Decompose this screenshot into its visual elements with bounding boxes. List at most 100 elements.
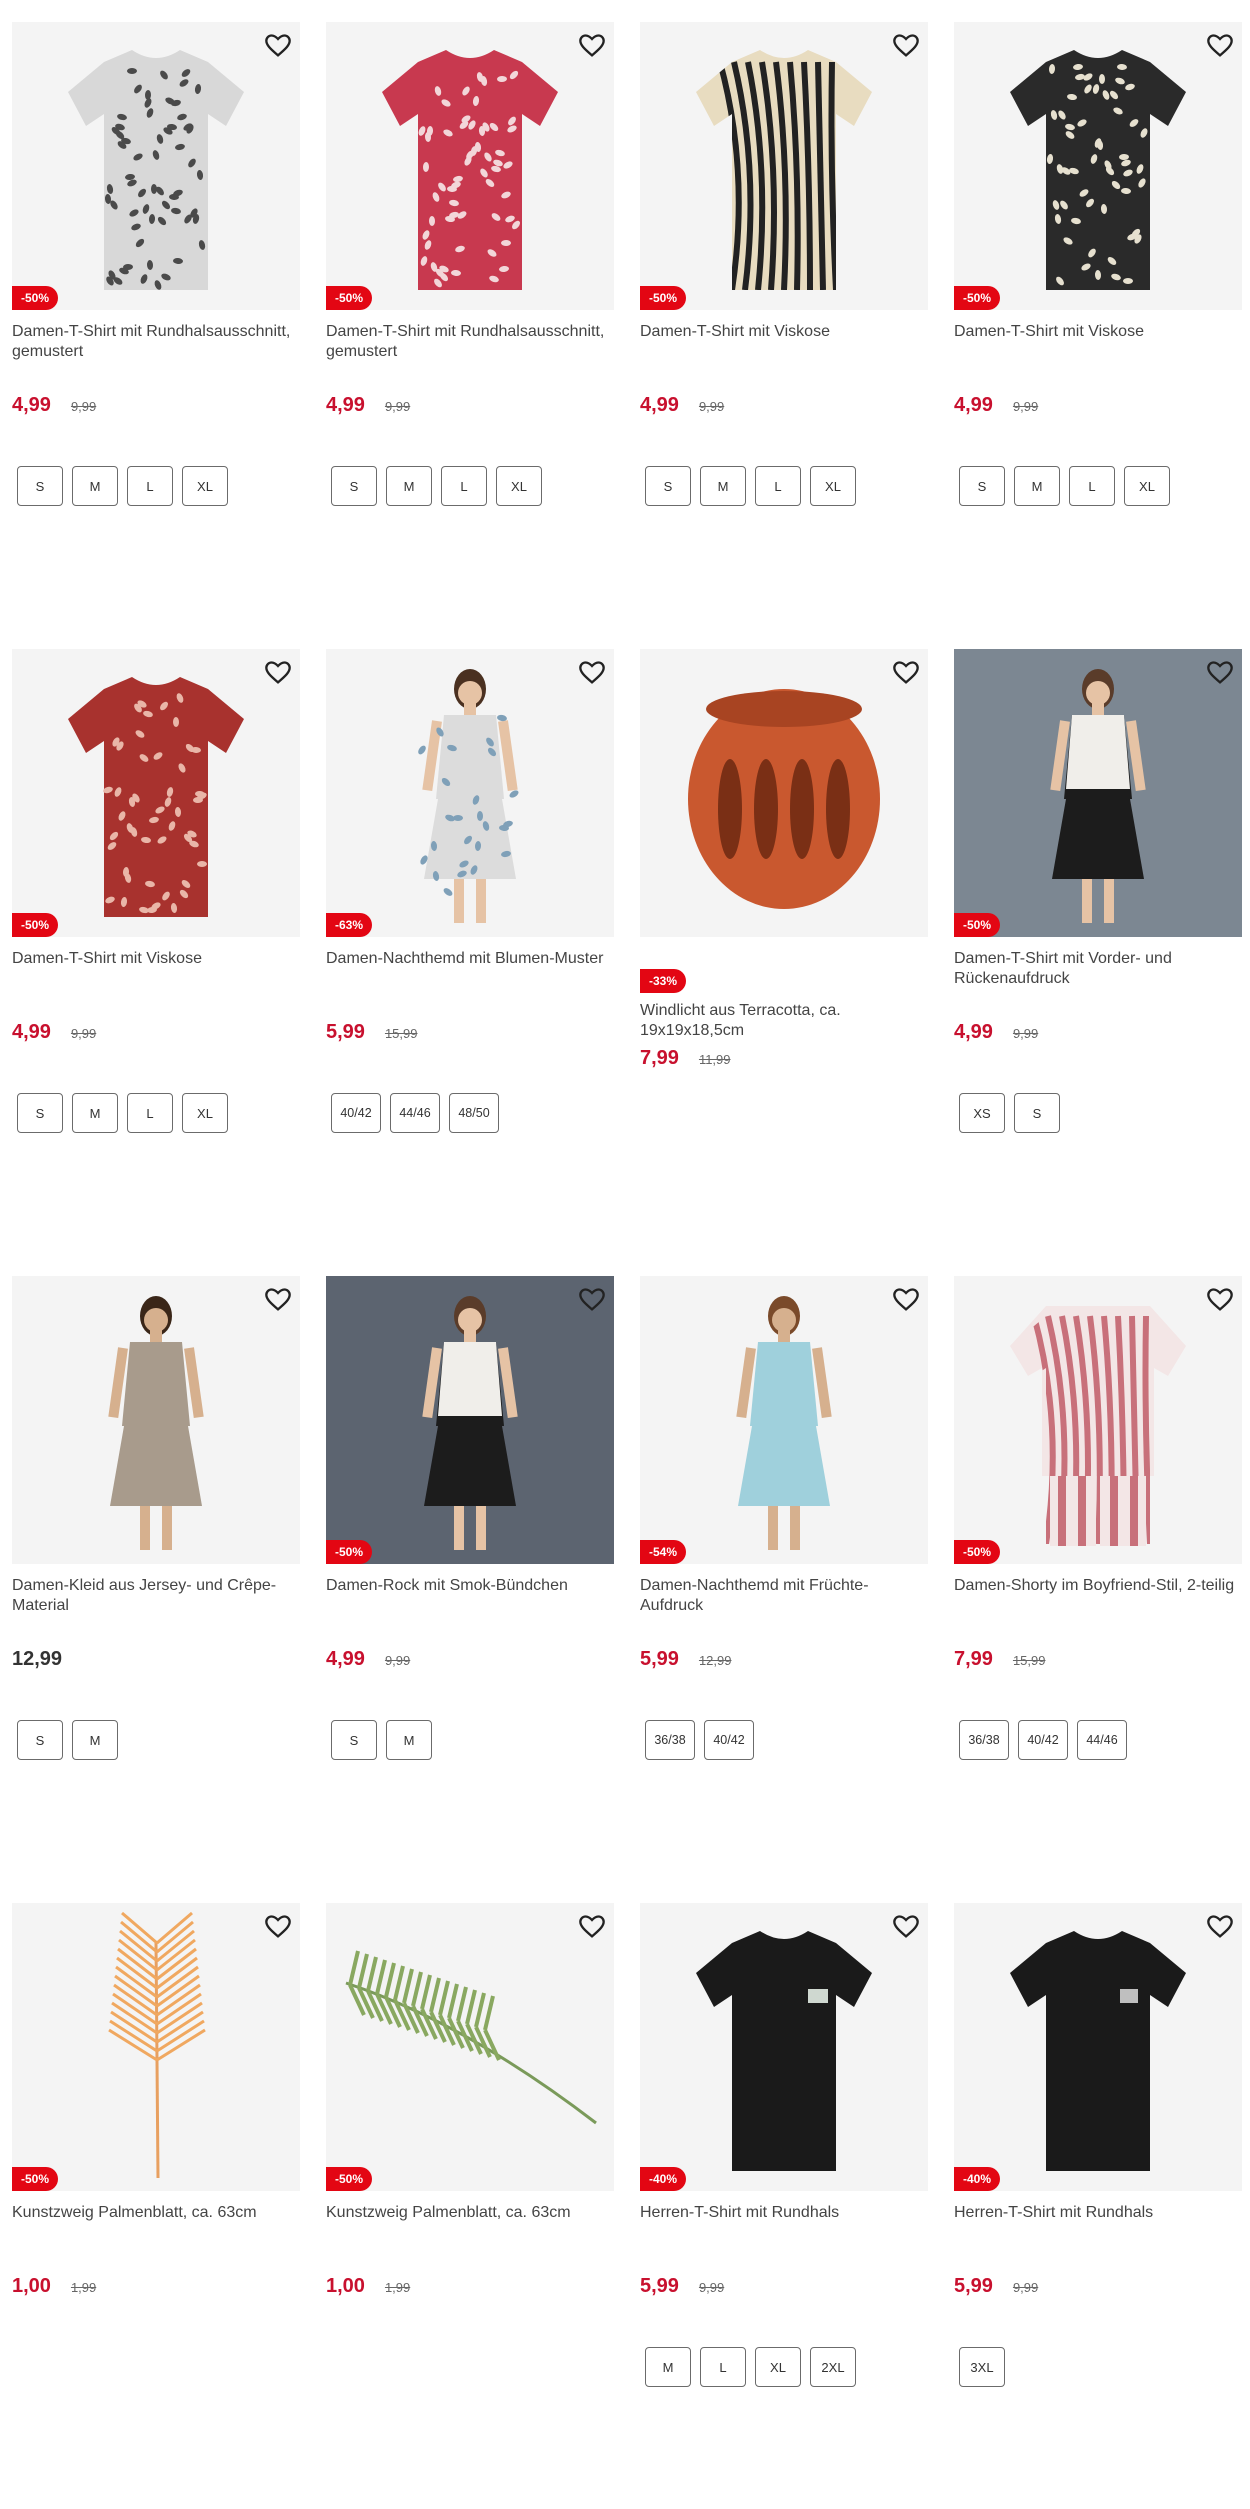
size-option[interactable]: S (1014, 1093, 1060, 1133)
size-option[interactable]: L (441, 466, 487, 506)
product-title[interactable]: Damen-Nachthemd mit Blumen-Muster (326, 949, 614, 989)
product-card[interactable]: -50% Damen-T-Shirt mit Vorder- und Rücke… (954, 649, 1242, 1249)
heart-icon[interactable] (892, 659, 920, 687)
size-option[interactable]: S (645, 466, 691, 506)
heart-icon[interactable] (578, 1286, 606, 1314)
product-image[interactable]: -50% (954, 22, 1242, 310)
size-option[interactable]: L (1069, 466, 1115, 506)
size-option[interactable]: M (72, 1720, 118, 1760)
product-image[interactable]: -50% (326, 1903, 614, 2191)
size-option[interactable]: L (755, 466, 801, 506)
product-card[interactable]: -54% Damen-Nachthemd mit Früchte-Aufdruc… (640, 1276, 928, 1876)
product-title[interactable]: Damen-T-Shirt mit Viskose (640, 322, 928, 362)
product-image[interactable]: -50% (954, 1276, 1242, 1564)
product-image[interactable] (12, 1276, 300, 1564)
product-card[interactable]: -50% Kunstzweig Palmenblatt, ca. 63cm 1,… (12, 1903, 300, 2503)
product-title[interactable]: Kunstzweig Palmenblatt, ca. 63cm (326, 2203, 614, 2243)
size-option[interactable]: M (386, 466, 432, 506)
product-card[interactable]: -50% Damen-T-Shirt mit Viskose 4,99 9,99… (640, 22, 928, 622)
product-image[interactable]: -54% (640, 1276, 928, 1564)
heart-icon[interactable] (264, 659, 292, 687)
product-card[interactable]: -33% Windlicht aus Terracotta, ca. 19x19… (640, 649, 928, 1249)
size-option[interactable]: S (331, 466, 377, 506)
product-image[interactable]: -50% (12, 22, 300, 310)
size-option[interactable]: L (127, 466, 173, 506)
size-option[interactable]: M (72, 466, 118, 506)
size-option[interactable]: S (17, 1093, 63, 1133)
product-card[interactable]: -50% Damen-Shorty im Boyfriend-Stil, 2-t… (954, 1276, 1242, 1876)
size-option[interactable]: M (72, 1093, 118, 1133)
product-card[interactable]: -63% Damen-Nachthemd mit Blumen-Muster 5… (326, 649, 614, 1249)
product-card[interactable]: -50% Kunstzweig Palmenblatt, ca. 63cm 1,… (326, 1903, 614, 2503)
size-option[interactable]: XL (182, 466, 228, 506)
product-title[interactable]: Damen-Nachthemd mit Früchte-Aufdruck (640, 1576, 928, 1616)
product-image[interactable]: -50% (12, 649, 300, 937)
product-title[interactable]: Damen-Shorty im Boyfriend-Stil, 2-teilig (954, 1576, 1242, 1616)
heart-icon[interactable] (578, 32, 606, 60)
product-image[interactable]: -50% (954, 649, 1242, 937)
product-title[interactable]: Damen-T-Shirt mit Viskose (12, 949, 300, 989)
product-title[interactable]: Damen-Rock mit Smok-Bündchen (326, 1576, 614, 1616)
product-title[interactable]: Windlicht aus Terracotta, ca. 19x19x18,5… (640, 1001, 928, 1041)
heart-icon[interactable] (1206, 1913, 1234, 1941)
size-option[interactable]: XL (755, 2347, 801, 2387)
heart-icon[interactable] (892, 1286, 920, 1314)
size-option[interactable]: 36/38 (959, 1720, 1009, 1760)
size-option[interactable]: M (1014, 466, 1060, 506)
product-image[interactable]: -40% (954, 1903, 1242, 2191)
product-card[interactable]: -50% Damen-Rock mit Smok-Bündchen 4,99 9… (326, 1276, 614, 1876)
size-option[interactable]: M (645, 2347, 691, 2387)
size-option[interactable]: S (331, 1720, 377, 1760)
size-option[interactable]: M (700, 466, 746, 506)
size-option[interactable]: S (959, 466, 1005, 506)
size-option[interactable]: XL (810, 466, 856, 506)
product-card[interactable]: -50% Damen-T-Shirt mit Viskose 4,99 9,99… (12, 649, 300, 1249)
product-title[interactable]: Damen-T-Shirt mit Rundhalsausschnitt, ge… (12, 322, 300, 362)
product-image[interactable] (640, 649, 928, 937)
size-option[interactable]: 40/42 (704, 1720, 754, 1760)
product-image[interactable]: -50% (326, 22, 614, 310)
product-image[interactable]: -50% (640, 22, 928, 310)
size-option[interactable]: XS (959, 1093, 1005, 1133)
heart-icon[interactable] (578, 1913, 606, 1941)
heart-icon[interactable] (264, 1286, 292, 1314)
product-card[interactable]: Damen-Kleid aus Jersey- und Crêpe-Materi… (12, 1276, 300, 1876)
product-card[interactable]: -50% Damen-T-Shirt mit Rundhalsausschnit… (326, 22, 614, 622)
size-option[interactable]: L (700, 2347, 746, 2387)
size-option[interactable]: 40/42 (1018, 1720, 1068, 1760)
size-option[interactable]: XL (496, 466, 542, 506)
size-option[interactable]: S (17, 1720, 63, 1760)
size-option[interactable]: 40/42 (331, 1093, 381, 1133)
product-title[interactable]: Damen-T-Shirt mit Rundhalsausschnitt, ge… (326, 322, 614, 362)
size-option[interactable]: 48/50 (449, 1093, 499, 1133)
size-option[interactable]: 44/46 (390, 1093, 440, 1133)
heart-icon[interactable] (264, 32, 292, 60)
product-title[interactable]: Damen-Kleid aus Jersey- und Crêpe-Materi… (12, 1576, 300, 1616)
product-title[interactable]: Herren-T-Shirt mit Rundhals (954, 2203, 1242, 2243)
product-title[interactable]: Herren-T-Shirt mit Rundhals (640, 2203, 928, 2243)
size-option[interactable]: 44/46 (1077, 1720, 1127, 1760)
size-option[interactable]: L (127, 1093, 173, 1133)
size-option[interactable]: M (386, 1720, 432, 1760)
heart-icon[interactable] (264, 1913, 292, 1941)
heart-icon[interactable] (1206, 659, 1234, 687)
size-option[interactable]: 3XL (959, 2347, 1005, 2387)
product-image[interactable]: -63% (326, 649, 614, 937)
size-option[interactable]: 2XL (810, 2347, 856, 2387)
product-title[interactable]: Kunstzweig Palmenblatt, ca. 63cm (12, 2203, 300, 2243)
product-card[interactable]: -50% Damen-T-Shirt mit Rundhalsausschnit… (12, 22, 300, 622)
heart-icon[interactable] (1206, 32, 1234, 60)
size-option[interactable]: 36/38 (645, 1720, 695, 1760)
product-image[interactable]: -50% (326, 1276, 614, 1564)
heart-icon[interactable] (1206, 1286, 1234, 1314)
product-card[interactable]: -40% Herren-T-Shirt mit Rundhals 5,99 9,… (640, 1903, 928, 2503)
product-title[interactable]: Damen-T-Shirt mit Vorder- und Rückenaufd… (954, 949, 1242, 989)
product-card[interactable]: -50% Damen-T-Shirt mit Viskose 4,99 9,99… (954, 22, 1242, 622)
size-option[interactable]: XL (182, 1093, 228, 1133)
product-image[interactable]: -50% (12, 1903, 300, 2191)
heart-icon[interactable] (892, 32, 920, 60)
heart-icon[interactable] (578, 659, 606, 687)
heart-icon[interactable] (892, 1913, 920, 1941)
product-image[interactable]: -40% (640, 1903, 928, 2191)
product-title[interactable]: Damen-T-Shirt mit Viskose (954, 322, 1242, 362)
